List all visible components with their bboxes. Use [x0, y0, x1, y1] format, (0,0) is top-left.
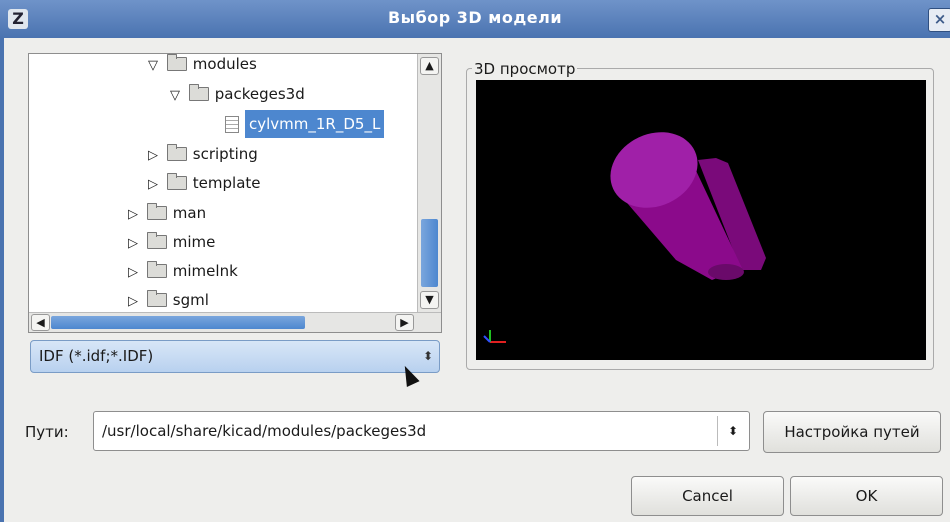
collapse-arrow-icon[interactable]: ▷	[124, 230, 142, 258]
file-icon	[225, 116, 239, 133]
folder-icon	[166, 54, 187, 71]
cancel-button[interactable]: Cancel	[631, 476, 784, 516]
window-frame	[0, 38, 4, 522]
scroll-left-icon[interactable]: ◀	[31, 314, 50, 331]
preview-legend: 3D просмотр	[472, 60, 578, 78]
tree-row-modules[interactable]: ▽ modules	[144, 54, 257, 78]
axis-gizmo-icon	[483, 330, 506, 343]
tree-row-sgml[interactable]: ▷ sgml	[124, 286, 209, 312]
tree-row-scripting[interactable]: ▷ scripting	[144, 140, 258, 168]
combo-separator	[717, 416, 718, 446]
collapse-arrow-icon[interactable]: ▷	[124, 288, 142, 312]
window-title: Выбор 3D модели	[387, 8, 563, 27]
expand-arrow-icon[interactable]: ▽	[166, 82, 184, 110]
3d-model-render	[483, 132, 766, 343]
expand-arrow-icon[interactable]: ▽	[144, 54, 162, 80]
paths-combobox[interactable]: /usr/local/share/kicad/modules/packeges3…	[93, 411, 750, 451]
folder-icon	[188, 84, 209, 101]
ok-button[interactable]: OK	[790, 476, 943, 516]
file-filter-value: IDF (*.idf;*.IDF)	[39, 347, 154, 365]
spin-arrows-icon[interactable]: ⬍	[728, 412, 738, 450]
vertical-scrollbar[interactable]: ▲ ▼	[417, 54, 441, 312]
tree-row-man[interactable]: ▷ man	[124, 199, 206, 227]
folder-icon	[166, 173, 187, 190]
horizontal-scrollbar[interactable]: ◀ ▶	[29, 312, 441, 332]
folder-icon	[146, 290, 167, 307]
tree-row-file-selected[interactable]: cylvmm_1R_D5_L	[225, 110, 385, 138]
tree-row-mime[interactable]: ▷ mime	[124, 228, 215, 256]
vertical-scroll-thumb[interactable]	[421, 219, 438, 287]
close-icon[interactable]: ×	[928, 8, 950, 32]
collapse-arrow-icon[interactable]: ▷	[124, 259, 142, 287]
folder-icon	[146, 261, 167, 278]
paths-label: Пути:	[25, 423, 69, 441]
configure-paths-button[interactable]: Настройка путей	[763, 411, 941, 453]
folder-icon	[146, 232, 167, 249]
title-bar: Z Выбор 3D модели ×	[0, 0, 950, 38]
tree-row-template[interactable]: ▷ template	[144, 169, 261, 197]
file-filter-select[interactable]: IDF (*.idf;*.IDF) ⬍	[30, 340, 440, 373]
scroll-down-icon[interactable]: ▼	[420, 291, 439, 309]
3d-viewport[interactable]	[476, 80, 926, 360]
cylinder-model	[610, 132, 766, 280]
collapse-arrow-icon[interactable]: ▷	[144, 142, 162, 170]
tree-row-mimelnk[interactable]: ▷ mimelnk	[124, 257, 238, 285]
collapse-arrow-icon[interactable]: ▷	[144, 171, 162, 199]
spin-arrows-icon: ⬍	[422, 349, 433, 363]
folder-icon	[166, 144, 187, 161]
collapse-arrow-icon[interactable]: ▷	[124, 201, 142, 229]
scroll-right-icon[interactable]: ▶	[395, 314, 414, 331]
horizontal-scroll-thumb[interactable]	[51, 316, 305, 329]
scroll-up-icon[interactable]: ▲	[420, 57, 439, 75]
paths-value: /usr/local/share/kicad/modules/packeges3…	[102, 422, 427, 440]
tree-row-packeges3d[interactable]: ▽ packeges3d	[166, 80, 305, 108]
file-tree[interactable]: ▽ modules ▽ packeges3d cylvmm_1R_D5_L ▷ …	[28, 53, 442, 333]
folder-icon	[146, 203, 167, 220]
